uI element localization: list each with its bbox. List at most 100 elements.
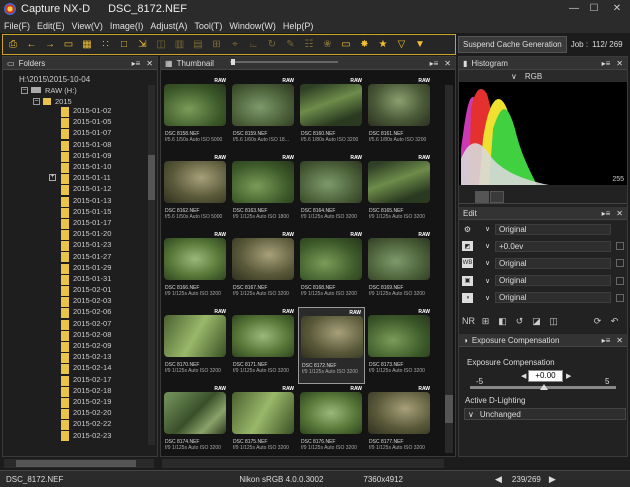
edit-tool-icon[interactable]: ◧ <box>496 316 509 327</box>
thumbnail-image[interactable] <box>232 392 294 434</box>
menu-window[interactable]: Window(W) <box>229 21 276 31</box>
thumbnail-scrollbar[interactable] <box>445 85 453 453</box>
folder-item[interactable]: 2015-02-08 <box>5 329 145 341</box>
minimize-button[interactable]: — <box>564 0 584 16</box>
thumbnail-image[interactable] <box>164 238 226 280</box>
panel-close-icon[interactable]: ✕ <box>616 336 623 345</box>
color-icon[interactable]: ❀ <box>321 38 335 52</box>
filter-icon[interactable]: ▽ <box>395 38 409 52</box>
edit-select[interactable]: Original <box>495 223 611 235</box>
crop-icon[interactable]: ⌖ <box>228 38 242 52</box>
thumbnail-item[interactable]: RAW DSC 8168.NEF f/9 1/125s Auto ISO 3200 <box>298 230 365 307</box>
menu-image[interactable]: Image(I) <box>110 21 144 31</box>
pen-icon[interactable]: ✎ <box>284 38 298 52</box>
chevron-down-icon[interactable]: ∨ <box>485 242 495 250</box>
edit-select[interactable]: Original <box>495 275 611 287</box>
speech-icon[interactable]: ☷ <box>302 38 316 52</box>
panel-pin-icon[interactable]: ▸≡ <box>132 59 141 68</box>
thumbnail-image[interactable] <box>232 315 294 357</box>
panel-pin-icon[interactable]: ▸≡ <box>602 336 611 345</box>
expand-icon[interactable]: + <box>49 174 56 182</box>
scroll-thumb[interactable] <box>148 155 155 200</box>
thumbnail-item[interactable]: RAW DSC 8163.NEF f/9 1/125s Auto ISO 1800 <box>230 153 297 230</box>
panel-pin-icon[interactable]: ▸≡ <box>430 59 439 68</box>
thumbnail-item[interactable]: RAW DSC 8174.NEF f/9 1/125s Auto ISO 3200 <box>162 384 229 456</box>
folder-item[interactable]: 2015-01-15 <box>5 206 145 218</box>
thumbnail-image[interactable] <box>300 84 362 126</box>
thumbnail-image[interactable] <box>164 315 226 357</box>
thumbnail-image[interactable] <box>368 161 430 203</box>
thumbnail-image[interactable] <box>368 315 430 357</box>
undo-icon[interactable]: ↶ <box>608 316 621 327</box>
folder-item[interactable]: 2015-02-17 <box>5 374 145 386</box>
collapse-icon[interactable]: – <box>33 97 40 105</box>
thumbnail-item[interactable]: RAW DSC 8173.NEF f/9 1/125s Auto ISO 3200 <box>366 307 433 384</box>
folder-item[interactable]: 2015-01-12 <box>5 183 145 196</box>
panel-pin-icon[interactable]: ▸≡ <box>602 209 611 218</box>
folders-hscrollbar[interactable] <box>4 459 154 468</box>
histogram-channel-select[interactable]: ∨ RGB <box>459 70 627 82</box>
settings-icon[interactable]: ✸ <box>358 38 372 52</box>
grid-small-icon[interactable]: ∷ <box>99 38 113 52</box>
panel-pin-icon[interactable]: ▸≡ <box>602 59 611 68</box>
folder-item[interactable]: 2015-01-20 <box>5 228 145 241</box>
menu-edit[interactable]: Edit(E) <box>37 21 65 31</box>
edit-checkbox[interactable] <box>616 293 624 302</box>
print-icon[interactable]: ⎙ <box>6 38 20 52</box>
panel-close-icon[interactable]: ✕ <box>146 59 153 68</box>
close-button[interactable]: ✕ <box>604 0 630 16</box>
thumbnail-image[interactable] <box>164 84 226 126</box>
compare-two-icon[interactable]: ◫ <box>154 38 168 52</box>
folder-item[interactable]: 2015-01-09 <box>5 150 145 162</box>
thumbnail-image[interactable] <box>232 238 294 280</box>
thumbnail-image[interactable] <box>164 392 226 434</box>
folder-item[interactable]: 2015-02-06 <box>5 306 145 319</box>
thumbnail-image[interactable] <box>368 238 430 280</box>
thumbnail-item[interactable]: RAW DSC 8165.NEF f/9 1/125s Auto ISO 3200 <box>366 153 433 230</box>
star-icon[interactable]: ★ <box>376 38 390 52</box>
thumbnail-item[interactable]: RAW DSC 8167.NEF f/9 1/125s Auto ISO 3200 <box>230 230 297 307</box>
folder-item[interactable]: 2015-01-17 <box>5 217 145 229</box>
folder-item[interactable]: 2015-02-19 <box>5 396 145 408</box>
edit-checkbox[interactable] <box>616 242 624 251</box>
thumbnail-item[interactable]: RAW DSC 8176.NEF f/9 1/125s Auto ISO 3200 <box>298 384 365 456</box>
thumbnail-item[interactable]: RAW DSC 8162.NEF f/5.6 1/50s Auto ISO 5000 <box>162 153 229 230</box>
folder-item[interactable]: +2015-01-11 <box>5 172 145 185</box>
thumbnail-image[interactable] <box>164 161 226 203</box>
thumbnail-item[interactable]: RAW DSC 8166.NEF f/9 1/125s Auto ISO 3200 <box>162 230 229 307</box>
menu-view[interactable]: View(V) <box>72 21 103 31</box>
edit-select[interactable]: Original <box>495 292 611 304</box>
folder-item[interactable]: 2015-02-09 <box>5 340 145 352</box>
thumbnail-hscrollbar[interactable] <box>162 459 444 468</box>
menu-file[interactable]: File(F) <box>4 21 30 31</box>
menu-tool[interactable]: Tool(T) <box>194 21 222 31</box>
folder-item[interactable]: 2015-01-29 <box>5 262 145 274</box>
folder-item[interactable]: 2015-02-03 <box>5 295 145 308</box>
edit-tool-icon[interactable]: ◪ <box>530 316 543 327</box>
thumbnail-item[interactable]: RAW DSC 8161.NEF f/5.6 1/80s Auto ISO 3200 <box>366 76 433 153</box>
edit-checkbox[interactable] <box>616 276 624 285</box>
edit-select[interactable]: +0.0ev <box>495 240 611 252</box>
adl-select[interactable]: ∨ Unchanged <box>464 408 626 420</box>
thumbnail-image[interactable] <box>368 392 430 434</box>
thumbnail-item[interactable]: RAW DSC 8169.NEF f/9 1/125s Auto ISO 3200 <box>366 230 433 307</box>
thumbnail-image[interactable] <box>300 238 362 280</box>
thumbnail-item[interactable]: RAW DSC 8171.NEF f/9 1/125s Auto ISO 3200 <box>230 307 297 384</box>
edit-tool-icon[interactable]: ↺ <box>513 316 526 327</box>
folder-item[interactable]: 2015-02-23 <box>5 429 145 442</box>
edit-tool-icon[interactable]: NR <box>462 316 475 326</box>
thumbnail-image[interactable] <box>300 392 362 434</box>
exposure-value-input[interactable]: +0.00 <box>528 370 563 382</box>
chevron-down-icon[interactable]: ∨ <box>485 259 495 267</box>
thumbnail-image[interactable] <box>232 161 294 203</box>
open-folder-icon[interactable]: ▭ <box>62 38 76 52</box>
single-view-icon[interactable]: □ <box>117 38 131 52</box>
thumbnail-item[interactable]: RAW DSC 8175.NEF f/9 1/125s Auto ISO 3200 <box>230 384 297 456</box>
edit-tool-icon[interactable]: ⊞ <box>479 316 492 327</box>
folder-item[interactable]: 2015-02-14 <box>5 362 145 375</box>
chevron-down-icon[interactable]: ∨ <box>485 277 495 285</box>
folder-item[interactable]: 2015-01-05 <box>5 116 145 129</box>
filter-settings-icon[interactable]: ▼ <box>413 38 427 52</box>
folder-item[interactable]: 2015-02-22 <box>5 418 145 431</box>
folder-item[interactable]: 2015-02-07 <box>5 318 145 330</box>
